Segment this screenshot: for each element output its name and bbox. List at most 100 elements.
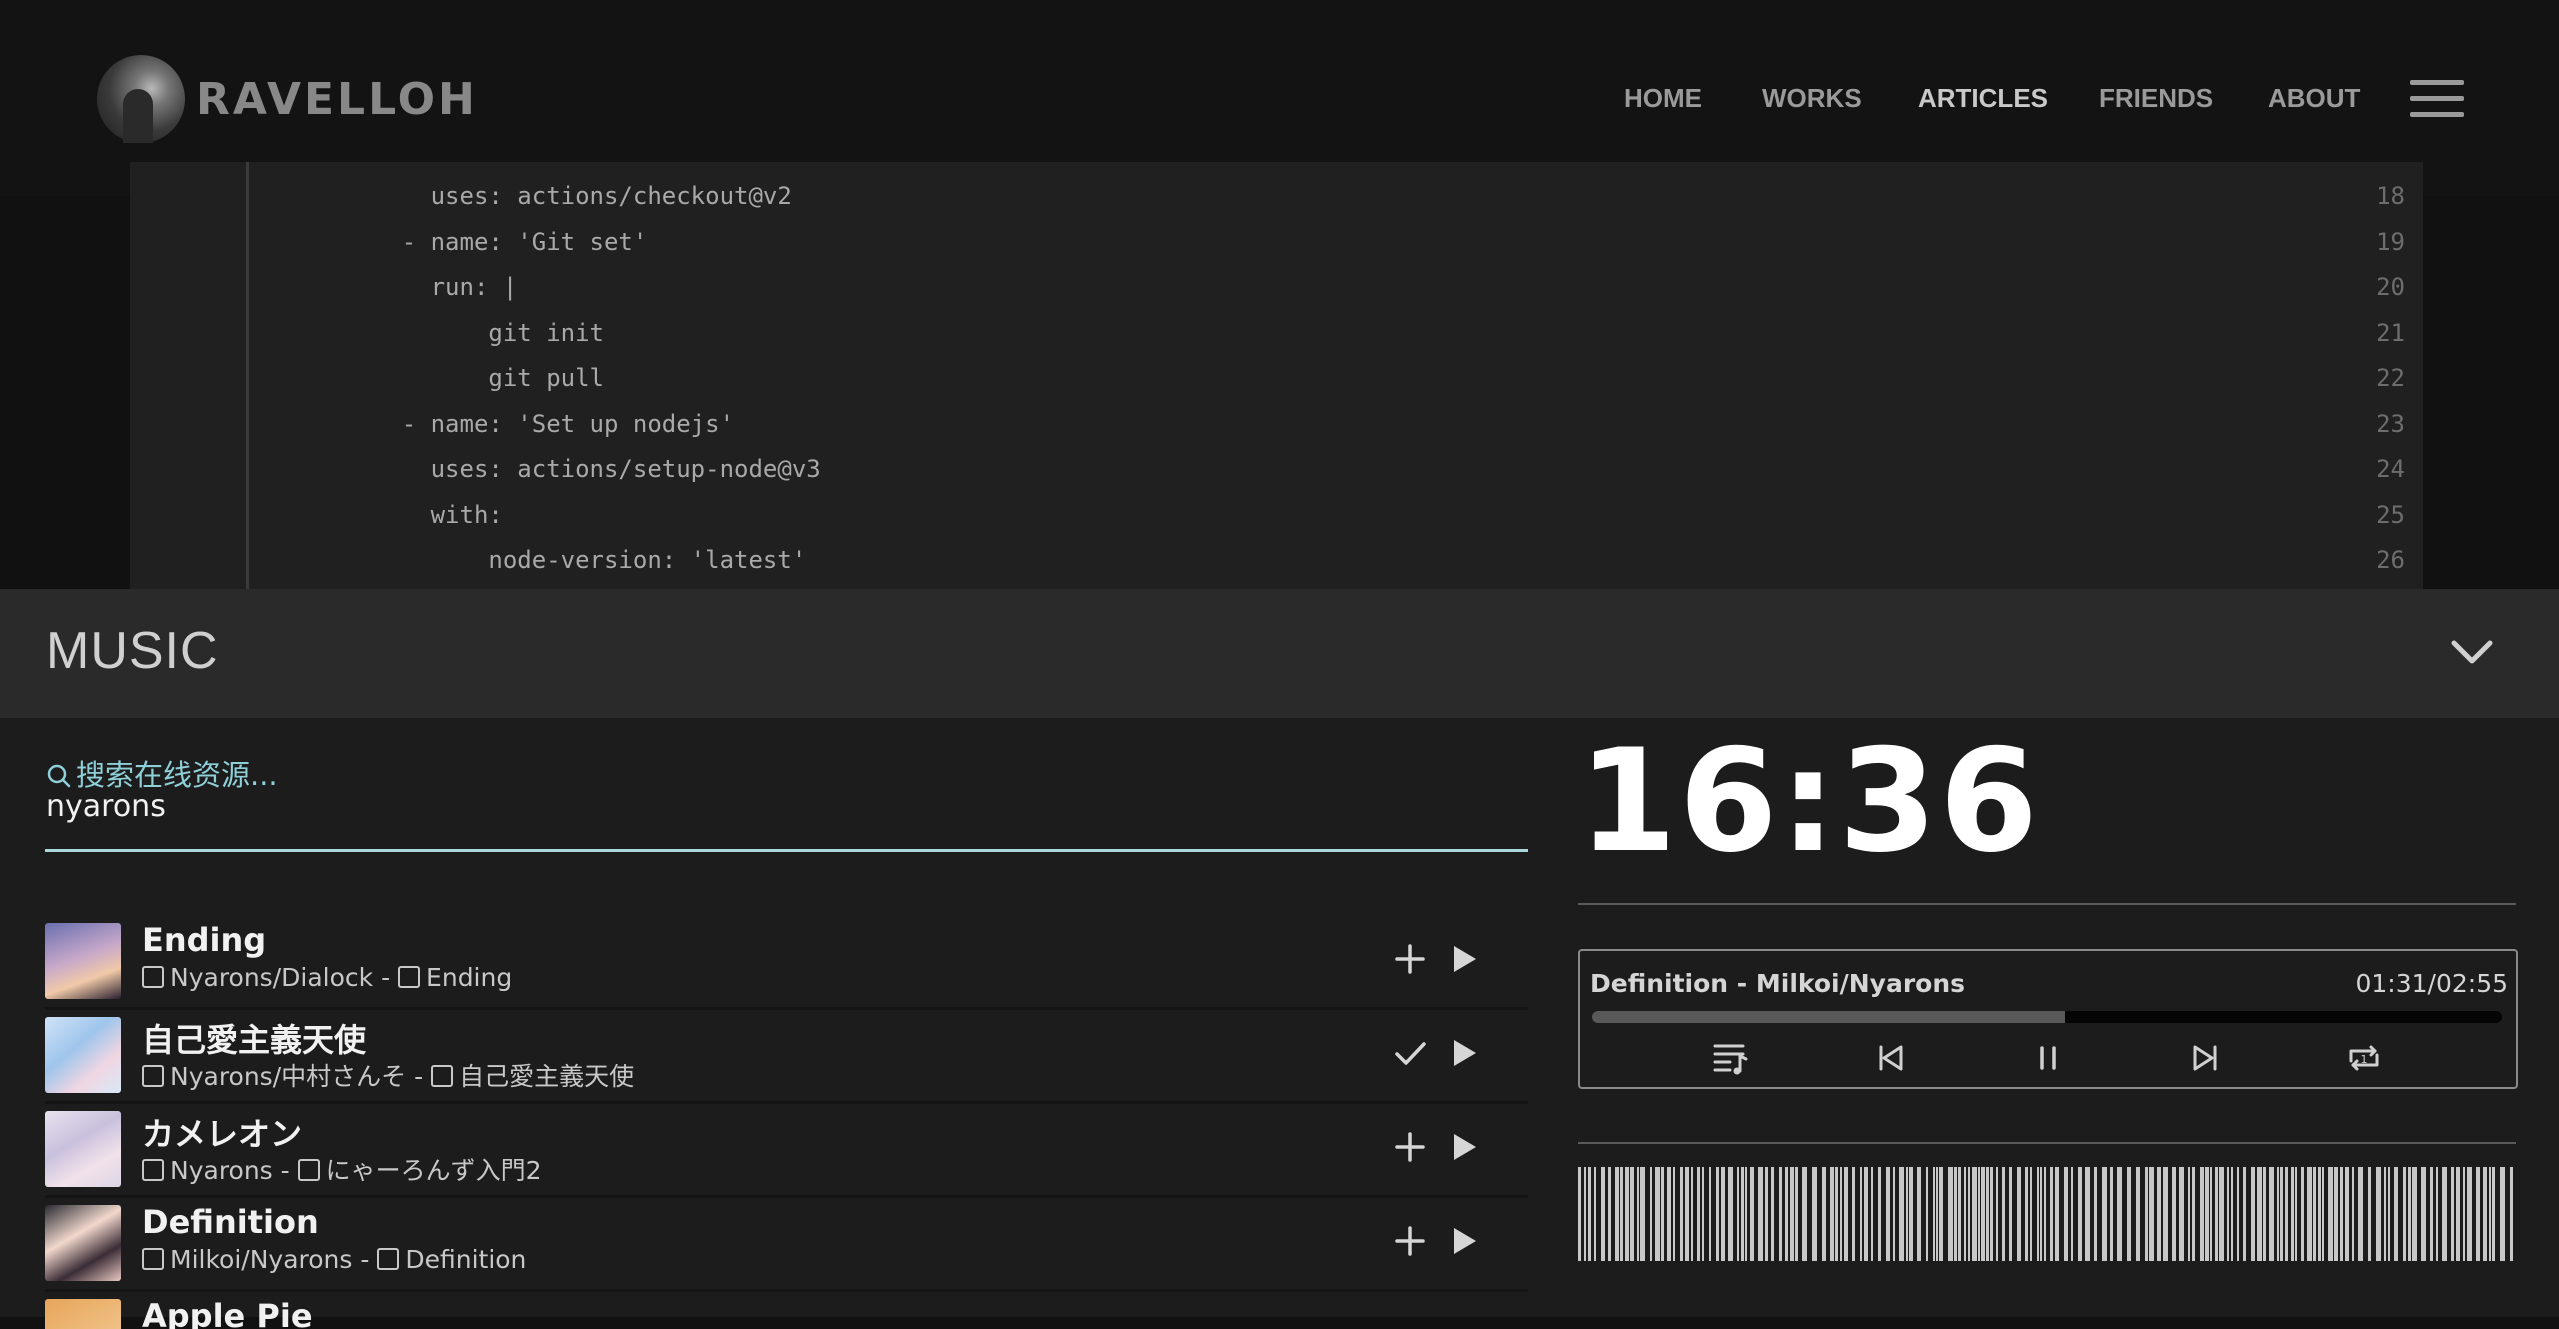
code-line: node-version: 'latest' <box>315 546 807 574</box>
play-icon[interactable] <box>1443 939 1483 979</box>
visualizer-bar <box>2179 1167 2184 1261</box>
play-icon[interactable] <box>1443 1221 1483 1261</box>
track-meta: Nyarons/Dialock - Ending <box>142 963 512 992</box>
track-title[interactable]: Definition <box>142 1203 319 1241</box>
track-title[interactable]: Apple Pie <box>142 1297 313 1329</box>
visualizer-bar <box>2301 1167 2304 1261</box>
chevron-down-icon[interactable] <box>2444 625 2500 681</box>
visualizer-bar <box>1691 1167 1693 1261</box>
visualizer-bar <box>1702 1167 1704 1261</box>
visualizer-bar <box>2421 1167 2426 1261</box>
visualizer-bar <box>2489 1167 2491 1261</box>
play-icon[interactable] <box>1443 1033 1483 1073</box>
list-item[interactable]: カメレオン Nyarons - にゃーろんず入門2 <box>45 1105 1528 1198</box>
code-line: with: <box>315 500 503 529</box>
track-album: 自己愛主義天使 <box>459 1062 635 1091</box>
list-item[interactable]: Ending Nyarons/Dialock - Ending <box>45 917 1528 1010</box>
visualizer-bar <box>2269 1167 2274 1261</box>
nav-articles[interactable]: ARTICLES <box>1918 78 2048 118</box>
visualizer-bar <box>2037 1167 2039 1261</box>
album-cover <box>45 1299 121 1329</box>
list-item[interactable]: Definition Milkoi/Nyarons - Definition <box>45 1199 1528 1292</box>
code-line: git pull <box>315 364 604 392</box>
visualizer-bar <box>1795 1167 1798 1261</box>
visualizer-bar <box>1716 1167 1719 1261</box>
visualizer-bar <box>1758 1167 1763 1261</box>
playlist-icon[interactable] <box>1710 1037 1752 1079</box>
visualizer-bar <box>1899 1167 1904 1261</box>
add-icon[interactable] <box>1390 939 1430 979</box>
visualizer-bar <box>1871 1167 1873 1261</box>
visualizer-bar <box>2436 1167 2438 1261</box>
track-artist: Milkoi/Nyarons <box>170 1245 353 1274</box>
nav-about[interactable]: ABOUT <box>2268 78 2360 118</box>
visualizer-bar <box>2172 1167 2176 1261</box>
list-item[interactable]: 自己愛主義天使 Nyarons/中村さんそ - 自己愛主義天使 <box>45 1011 1528 1104</box>
now-playing-title: Definition - Milkoi/Nyarons <box>1590 969 1965 998</box>
line-number: 25 <box>2376 500 2405 529</box>
track-meta: Nyarons - にゃーろんず入門2 <box>142 1151 542 1187</box>
nav-friends[interactable]: FRIENDS <box>2099 78 2213 118</box>
visualizer-bar <box>2368 1167 2371 1261</box>
visualizer-bar <box>2291 1167 2294 1261</box>
visualizer-bar <box>1667 1167 1671 1261</box>
visualizer-bar <box>2157 1167 2161 1261</box>
visualizer-bar <box>2188 1167 2190 1261</box>
pause-icon[interactable] <box>2027 1037 2069 1079</box>
visualizer-bar <box>1802 1167 1807 1261</box>
track-title[interactable]: カメレオン <box>142 1109 302 1155</box>
next-track-icon[interactable] <box>2185 1037 2227 1079</box>
visualizer-bar <box>1822 1167 1826 1261</box>
visualizer-bar <box>2388 1167 2390 1261</box>
logo-text[interactable]: RAVELLOH <box>196 70 478 130</box>
music-panel: MUSIC 搜索在线资源... EndingNyarons/Dialock - … <box>0 589 2559 1329</box>
previous-track-icon[interactable] <box>1869 1037 1911 1079</box>
visualizer-bar <box>1860 1167 1862 1261</box>
visualizer-bar <box>1588 1167 1591 1261</box>
play-icon[interactable] <box>1443 1127 1483 1167</box>
visualizer-bar <box>2110 1167 2113 1261</box>
visualizer-bar <box>1608 1167 1611 1261</box>
visualizer-bar <box>2500 1167 2505 1261</box>
check-icon[interactable] <box>1390 1033 1430 1073</box>
add-icon[interactable] <box>1390 1221 1430 1261</box>
add-icon[interactable] <box>1390 1127 1430 1167</box>
track-title[interactable]: Ending <box>142 921 266 959</box>
visualizer-bar <box>2322 1167 2324 1261</box>
progress-bar[interactable] <box>1592 1011 2502 1023</box>
music-title: MUSIC <box>46 622 219 680</box>
line-number: 26 <box>2376 546 2405 574</box>
nav-home[interactable]: HOME <box>1624 78 1702 118</box>
visualizer-bar <box>1655 1167 1660 1261</box>
visualizer-bar <box>1844 1167 1848 1261</box>
nav-works[interactable]: WORKS <box>1762 78 1862 118</box>
track-meta: Milkoi/Nyarons - Definition <box>142 1245 526 1274</box>
visualizer-bar <box>1637 1167 1639 1261</box>
visualizer-bar <box>2064 1167 2068 1261</box>
track-title[interactable]: 自己愛主義天使 <box>142 1015 366 1061</box>
code-line: run: | <box>315 273 518 301</box>
search-input[interactable] <box>46 787 1526 825</box>
visualizer-bar <box>1936 1167 1938 1261</box>
visualizer-bar <box>1964 1167 1966 1261</box>
visualizer-bar <box>2352 1167 2354 1261</box>
meta-separator: - <box>272 1156 298 1185</box>
visualizer-bar <box>2328 1167 2333 1261</box>
line-number-gutter <box>130 162 249 590</box>
repeat-one-icon[interactable]: 1 <box>2343 1037 2385 1079</box>
visualizer-bar <box>1745 1167 1747 1261</box>
visualizer-bar <box>2340 1167 2343 1261</box>
clock: 16:36 <box>1578 719 2041 884</box>
visualizer-bar <box>1812 1167 1817 1261</box>
logo-avatar[interactable] <box>97 55 185 143</box>
visualizer-bar <box>1835 1167 1838 1261</box>
list-item[interactable]: Apple Pie <box>45 1293 1528 1329</box>
visualizer-bar <box>2412 1167 2417 1261</box>
track-album: Definition <box>405 1245 527 1274</box>
visualizer-bar <box>1601 1167 1605 1261</box>
visualizer-bar <box>2251 1167 2255 1261</box>
code-line: - name: 'Git set' <box>315 227 648 256</box>
line-number: 22 <box>2376 364 2405 392</box>
hamburger-menu-icon[interactable] <box>2410 78 2464 120</box>
visualizer-bar <box>1958 1167 1961 1261</box>
